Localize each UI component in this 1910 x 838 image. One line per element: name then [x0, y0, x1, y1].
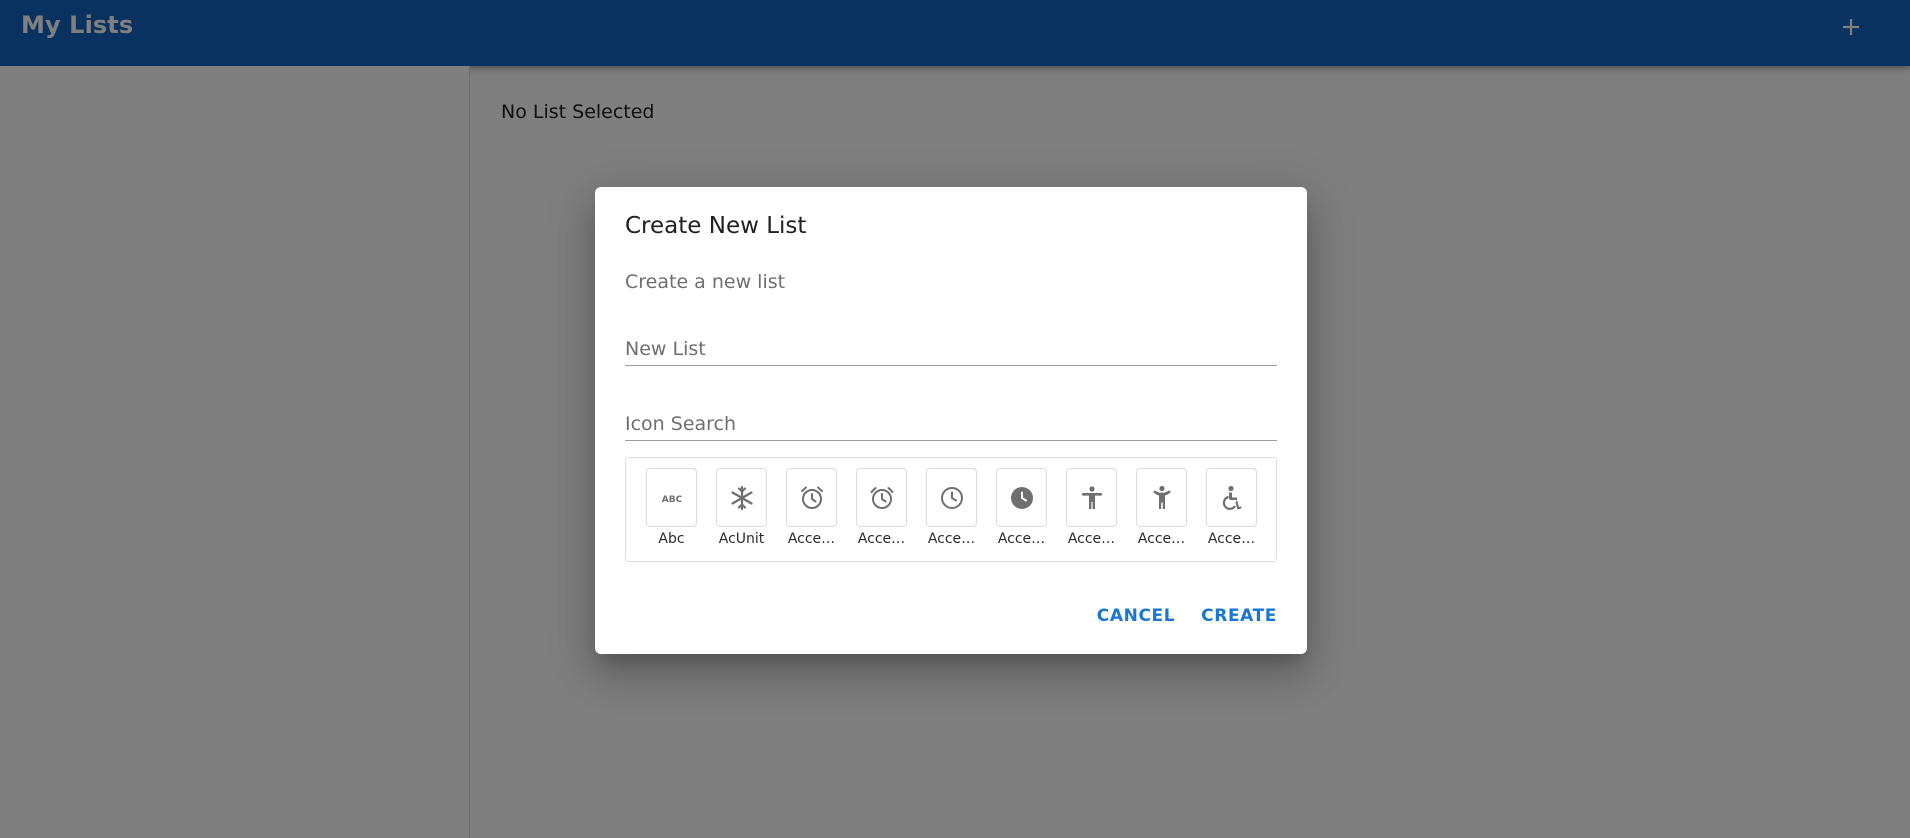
- icon-option-box[interactable]: [1206, 468, 1257, 527]
- icon-search-field: [625, 401, 1277, 441]
- icon-option-label: Acce…: [1067, 531, 1116, 547]
- icon-option-label: Abc: [658, 531, 685, 547]
- cancel-button[interactable]: CANCEL: [1087, 598, 1185, 634]
- icon-option-abc[interactable]: ABC Abc: [646, 468, 697, 561]
- abc-icon: ABC: [661, 495, 682, 505]
- icon-option-label: Acce…: [857, 531, 906, 547]
- icon-option-accessibility-new[interactable]: Acce…: [1136, 468, 1187, 561]
- create-list-dialog: Create New List Create a new list ABC Ab…: [595, 187, 1307, 654]
- icon-option-label: Acce…: [927, 531, 976, 547]
- icon-option-label: Acce…: [997, 531, 1046, 547]
- dialog-description: Create a new list: [625, 271, 786, 293]
- list-name-input[interactable]: [625, 326, 1277, 365]
- svg-text:ABC: ABC: [661, 495, 682, 505]
- accessible-icon: [1222, 485, 1242, 510]
- accessibility-icon: [1081, 485, 1102, 509]
- icon-search-input[interactable]: [625, 401, 1277, 440]
- icon-option-access-alarm[interactable]: Acce…: [786, 468, 837, 561]
- icon-option-label: AcUnit: [718, 531, 765, 547]
- access-alarm-icon: [800, 486, 823, 509]
- icon-option-label: Acce…: [1137, 531, 1186, 547]
- list-name-field: [625, 326, 1277, 366]
- icon-option-accessible[interactable]: Acce…: [1206, 468, 1257, 561]
- icon-option-access-time[interactable]: Acce…: [926, 468, 977, 561]
- access-alarms-icon: [870, 486, 893, 509]
- create-button[interactable]: CREATE: [1191, 598, 1287, 634]
- dialog-actions: CANCEL CREATE: [1087, 598, 1287, 634]
- icon-option-box[interactable]: [786, 468, 837, 527]
- icon-option-label: Acce…: [1207, 531, 1256, 547]
- icon-picker: ABC Abc AcUnit Acce… Acce… Acce… Acce… A…: [625, 457, 1277, 562]
- icon-option-access-alarms[interactable]: Acce…: [856, 468, 907, 561]
- icon-option-box[interactable]: ABC: [646, 468, 697, 527]
- icon-option-access-time-filled[interactable]: Acce…: [996, 468, 1047, 561]
- ac-unit-icon: [730, 485, 753, 510]
- icon-option-box[interactable]: [1066, 468, 1117, 527]
- icon-option-acunit[interactable]: AcUnit: [716, 468, 767, 561]
- icon-option-box[interactable]: [996, 468, 1047, 527]
- access-time-filled-icon: [1010, 486, 1033, 509]
- accessibility-new-icon: [1152, 485, 1171, 509]
- icon-option-box[interactable]: [926, 468, 977, 527]
- icon-option-box[interactable]: [716, 468, 767, 527]
- dialog-title: Create New List: [625, 213, 807, 239]
- icon-option-label: Acce…: [787, 531, 836, 547]
- icon-option-accessibility[interactable]: Acce…: [1066, 468, 1117, 561]
- access-time-icon: [940, 486, 963, 509]
- icon-option-box[interactable]: [1136, 468, 1187, 527]
- icon-option-box[interactable]: [856, 468, 907, 527]
